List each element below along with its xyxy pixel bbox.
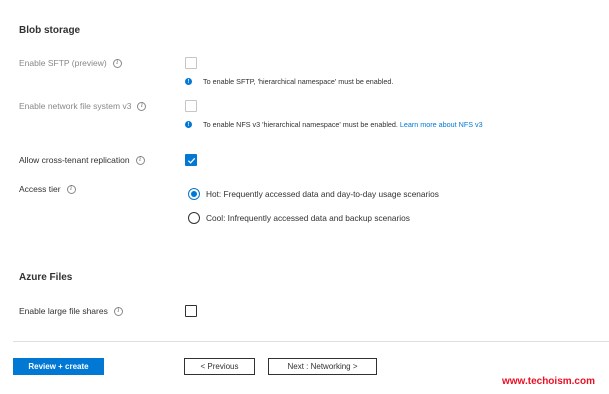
footer-divider [13,341,609,342]
access-tier-label: Access tier i [19,184,76,194]
sftp-checkbox[interactable] [185,57,197,69]
checkmark-icon [187,157,195,164]
cross-tenant-checkbox[interactable] [185,154,197,166]
next-networking-button[interactable]: Next : Networking > [268,358,377,375]
info-icon[interactable]: i [135,155,145,165]
radio-selected[interactable] [188,188,200,200]
info-icon[interactable]: i [112,58,122,68]
section-title-azure-files: Azure Files [19,272,73,283]
info-icon[interactable]: i [113,306,123,316]
nfs-learn-more-link[interactable]: Learn more about NFS v3 [400,120,483,129]
review-create-button[interactable]: Review + create [13,358,104,375]
info-filled-icon: ! [185,121,192,128]
nfs-checkbox[interactable] [185,100,197,112]
nfs-label: Enable network file system v3 i [19,101,147,111]
access-tier-hot-option[interactable]: Hot: Frequently accessed data and day-to… [188,188,439,200]
access-tier-cool-option[interactable]: Cool: Infrequently accessed data and bac… [188,212,410,224]
previous-button[interactable]: < Previous [184,358,255,375]
radio-unselected[interactable] [188,212,200,224]
section-title-blob-storage: Blob storage [19,25,81,36]
watermark: www.techoism.com [502,376,595,387]
info-filled-icon: ! [185,78,192,85]
sftp-label: Enable SFTP (preview) i [19,58,122,68]
large-file-shares-checkbox[interactable] [185,305,197,317]
sftp-note: ! To enable SFTP, 'hierarchical namespac… [185,77,503,87]
nfs-note: ! To enable NFS v3 'hierarchical namespa… [185,120,503,130]
large-file-shares-label: Enable large file shares i [19,306,123,316]
info-icon[interactable]: i [66,184,76,194]
info-icon[interactable]: i [137,101,147,111]
cross-tenant-label: Allow cross-tenant replication i [19,155,145,165]
